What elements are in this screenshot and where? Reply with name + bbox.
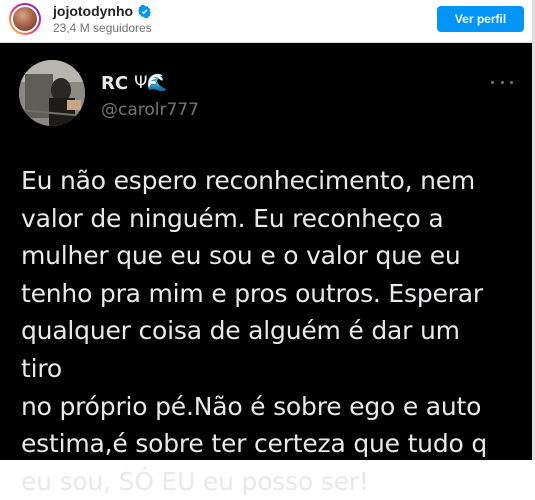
tweet-screenshot: RC Ψ🌊 @carolr777 Eu não espero reconheci…: [0, 43, 535, 496]
follower-count: 23,4 M seguidores: [53, 21, 152, 35]
profile-username[interactable]: jojotodynho: [53, 3, 133, 19]
verified-badge-icon: [138, 4, 151, 18]
tweet-author-name-row: RC Ψ🌊: [101, 72, 168, 94]
tweet-line: qualquer coisa de alguém é dar um tiro: [21, 316, 460, 383]
tweet-author-name[interactable]: RC: [101, 73, 128, 94]
tweet-author-avatar: [19, 60, 85, 126]
tweet-line: eu sou, SÓ EU eu posso ser!: [21, 466, 369, 496]
tweet-line: estima,é sobre ter certeza que tudo q: [21, 429, 488, 459]
tweet-line: Eu não espero reconhecimento, nem: [21, 166, 476, 195]
avatar-ring-inner: [11, 5, 39, 33]
avatar-photo: [13, 7, 37, 31]
tweet-author-handle[interactable]: @carolr777: [101, 100, 199, 120]
name-emoji: Ψ🌊: [134, 73, 168, 93]
tweet-line: no próprio pé.Não é sobre ego e auto: [21, 391, 482, 421]
tweet-line: mulher que eu sou e o valor que eu: [21, 241, 461, 271]
tweet-line: tenho pra mim e pros outros. Esperar: [21, 278, 483, 308]
username-row: jojotodynho: [53, 2, 151, 20]
profile-avatar[interactable]: [9, 3, 41, 35]
view-profile-button[interactable]: Ver perfil: [437, 6, 524, 32]
more-options-icon[interactable]: [491, 77, 513, 87]
tweet-body: Eu não espero reconhecimento, nem valor …: [21, 162, 501, 500]
tweet-line: valor de ninguém. Eu reconheço a: [21, 203, 444, 233]
instagram-embed-header: jojotodynho 23,4 M seguidores Ver perfil: [0, 0, 535, 43]
